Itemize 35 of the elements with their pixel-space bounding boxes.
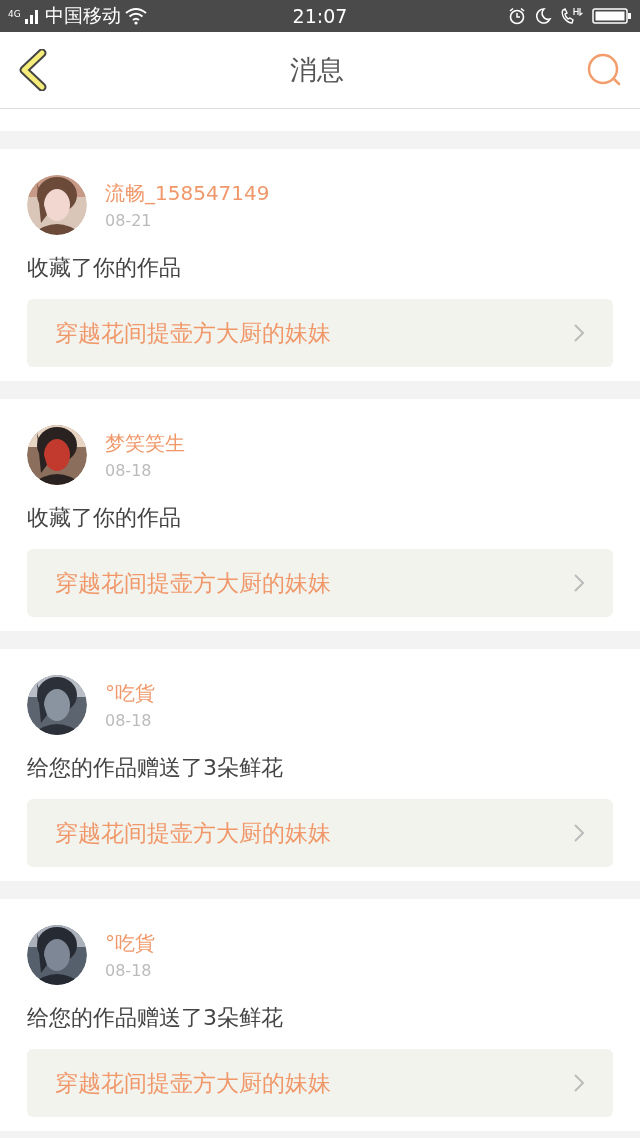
- chevron-right-icon: [573, 1073, 585, 1093]
- battery-icon: [592, 7, 632, 25]
- work-title: 穿越花间提壶方大厨的妹妹: [55, 818, 331, 848]
- user-name[interactable]: 流畅_158547149: [105, 180, 270, 207]
- chevron-right-icon: [573, 323, 585, 343]
- message-date: 08-18: [105, 711, 153, 730]
- work-title: 穿越花间提壶方大厨的妹妹: [55, 568, 331, 598]
- work-link[interactable]: 穿越花间提壶方大厨的妹妹: [27, 799, 613, 867]
- message-text: 给您的作品赠送了3朵鲜花: [27, 754, 284, 782]
- network-type: 4G: [8, 9, 21, 19]
- clock-time: 21:07: [292, 5, 348, 27]
- carrier-name: 中国移动: [44, 3, 121, 28]
- message-date: 08-18: [105, 461, 153, 480]
- work-link[interactable]: 穿越花间提壶方大厨的妹妹: [27, 549, 613, 617]
- work-link[interactable]: 穿越花间提壶方大厨的妹妹: [27, 1049, 613, 1117]
- hd-call-icon: [560, 7, 584, 25]
- user-name[interactable]: °吃貨: [105, 680, 155, 707]
- work-link[interactable]: 穿越花间提壶方大厨的妹妹: [27, 299, 613, 367]
- user-name[interactable]: 梦笑笑生: [105, 430, 185, 457]
- message-date: 08-18: [105, 961, 153, 980]
- message-text: 收藏了你的作品: [27, 504, 182, 532]
- message-text: 收藏了你的作品: [27, 254, 182, 282]
- chevron-right-icon: [573, 573, 585, 593]
- signal-icon: [24, 8, 41, 24]
- message-text: 给您的作品赠送了3朵鲜花: [27, 1004, 284, 1032]
- moon-icon: [534, 7, 552, 25]
- user-name[interactable]: °吃貨: [105, 930, 155, 957]
- back-icon[interactable]: [18, 49, 48, 91]
- alarm-icon: [508, 7, 526, 25]
- wifi-icon: [124, 7, 147, 25]
- message-date: 08-21: [105, 211, 153, 230]
- work-title: 穿越花间提壶方大厨的妹妹: [55, 318, 331, 348]
- work-title: 穿越花间提壶方大厨的妹妹: [55, 1068, 331, 1098]
- page-title: 消息: [290, 53, 344, 87]
- chevron-right-icon: [573, 823, 585, 843]
